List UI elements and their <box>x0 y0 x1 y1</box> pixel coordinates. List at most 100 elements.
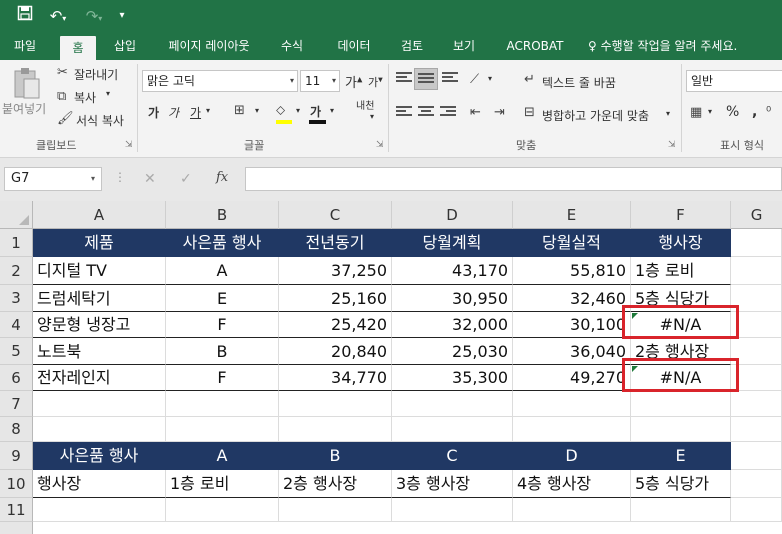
align-center-icon[interactable] <box>418 106 434 120</box>
table-row-3-last-year[interactable]: 25,420 <box>279 312 392 338</box>
accounting-dropdown-icon[interactable]: ▾ <box>708 107 712 116</box>
cell-f7[interactable] <box>631 391 731 417</box>
tab-data[interactable]: 데이터 <box>326 32 382 60</box>
underline-dropdown-icon[interactable]: ▾ <box>206 106 210 115</box>
cell-e11[interactable] <box>513 498 631 522</box>
table-row-1-plan[interactable]: 43,170 <box>392 257 513 285</box>
table-row-2-actual[interactable]: 32,460 <box>513 285 631 312</box>
table-row-1-venue[interactable]: 1층 로비 <box>631 257 731 285</box>
formula-bar-handle-icon[interactable]: ⋮ <box>114 170 126 184</box>
table-header-month-actual[interactable]: 당월실적 <box>513 229 631 257</box>
table-row-3-gift[interactable]: F <box>166 312 279 338</box>
phonetic-dropdown-icon[interactable]: ▾ <box>370 112 374 121</box>
lookup-header-e[interactable]: E <box>631 442 731 470</box>
table-row-2-product[interactable]: 드럼세탁기 <box>33 285 166 312</box>
row-header-3[interactable]: 3 <box>0 285 33 312</box>
formula-input[interactable] <box>245 167 782 191</box>
row-header-1[interactable]: 1 <box>0 229 33 257</box>
copy-dropdown-icon[interactable]: ▾ <box>106 89 110 98</box>
cell-b7[interactable] <box>166 391 279 417</box>
decrease-indent-icon[interactable]: ⇤ <box>470 105 481 121</box>
underline-button[interactable]: 가 <box>190 104 201 121</box>
align-middle-icon[interactable] <box>418 73 434 87</box>
align-top-icon[interactable] <box>396 72 412 86</box>
table-row-5-gift[interactable]: F <box>166 365 279 391</box>
row-header-4[interactable]: 4 <box>0 312 33 338</box>
table-row-3-plan[interactable]: 32,000 <box>392 312 513 338</box>
cell-f11[interactable] <box>631 498 731 522</box>
align-left-icon[interactable] <box>396 106 412 120</box>
table-row-4-plan[interactable]: 25,030 <box>392 338 513 365</box>
save-icon[interactable] <box>14 5 36 27</box>
lookup-header-a[interactable]: A <box>166 442 279 470</box>
cell-d8[interactable] <box>392 417 513 442</box>
column-header-c[interactable]: C <box>279 201 392 229</box>
table-row-2-last-year[interactable]: 25,160 <box>279 285 392 312</box>
font-size-combo[interactable]: 11 ▾ <box>300 70 340 92</box>
align-right-icon[interactable] <box>440 106 456 120</box>
table-row-4-gift[interactable]: B <box>166 338 279 365</box>
table-header-product[interactable]: 제품 <box>33 229 166 257</box>
increase-indent-icon[interactable]: ⇥ <box>494 105 505 121</box>
lookup-row-b[interactable]: 2층 행사장 <box>279 470 392 498</box>
cancel-icon[interactable]: ✕ <box>144 171 156 187</box>
cell-b8[interactable] <box>166 417 279 442</box>
table-row-3-actual[interactable]: 30,100 <box>513 312 631 338</box>
grow-font-icon[interactable]: 가▲ <box>345 72 362 91</box>
cell-g7[interactable] <box>731 391 782 417</box>
worksheet-grid[interactable]: A B C D E F G 1 2 3 4 5 6 7 8 9 10 11 제품… <box>0 201 782 534</box>
cell-g1[interactable] <box>731 229 782 257</box>
table-row-5-plan[interactable]: 35,300 <box>392 365 513 391</box>
cell-g11[interactable] <box>731 498 782 522</box>
lookup-header-gift-event[interactable]: 사은품 행사 <box>33 442 166 470</box>
name-box[interactable]: G7 ▾ <box>4 167 102 191</box>
lookup-row-c[interactable]: 3층 행사장 <box>392 470 513 498</box>
cell-b11[interactable] <box>166 498 279 522</box>
border-dropdown-icon[interactable]: ▾ <box>255 106 259 115</box>
alignment-launcher-icon[interactable]: ⇲ <box>668 140 676 150</box>
cell-d11[interactable] <box>392 498 513 522</box>
copy-icon[interactable]: ⧉ <box>57 89 66 105</box>
cell-c11[interactable] <box>279 498 392 522</box>
lookup-row-label[interactable]: 행사장 <box>33 470 166 498</box>
comma-style-icon[interactable]: , <box>752 104 757 120</box>
tab-formulas[interactable]: 수식 <box>272 32 312 60</box>
cell-g10[interactable] <box>731 470 782 498</box>
cell-a11[interactable] <box>33 498 166 522</box>
cut-icon[interactable]: ✂ <box>57 65 68 81</box>
row-header-10[interactable]: 10 <box>0 470 33 498</box>
percent-icon[interactable]: % <box>726 104 739 120</box>
orientation-icon[interactable]: ⟋ <box>470 72 479 88</box>
lookup-row-e[interactable]: 5층 식당가 <box>631 470 731 498</box>
lookup-header-b[interactable]: B <box>279 442 392 470</box>
cell-c7[interactable] <box>279 391 392 417</box>
table-row-4-actual[interactable]: 36,040 <box>513 338 631 365</box>
tab-acrobat[interactable]: ACROBAT <box>498 32 572 60</box>
table-row-5-product[interactable]: 전자레인지 <box>33 365 166 391</box>
cell-c8[interactable] <box>279 417 392 442</box>
row-header-8[interactable]: 8 <box>0 417 33 442</box>
cell-f8[interactable] <box>631 417 731 442</box>
row-header-9[interactable]: 9 <box>0 442 33 470</box>
table-row-4-product[interactable]: 노트북 <box>33 338 166 365</box>
paste-icon[interactable] <box>12 66 42 100</box>
cut-button[interactable]: 잘라내기 <box>74 66 118 83</box>
wrap-text-icon[interactable]: ↵ <box>524 72 535 88</box>
customize-icon[interactable]: ▾ <box>114 5 130 27</box>
cell-e7[interactable] <box>513 391 631 417</box>
fill-color-icon[interactable]: ⬦ <box>276 103 285 119</box>
lookup-row-d[interactable]: 4층 행사장 <box>513 470 631 498</box>
shrink-font-icon[interactable]: 가▼ <box>368 74 383 90</box>
table-row-1-product[interactable]: 디지털 TV <box>33 257 166 285</box>
tell-me-box[interactable]: ♀ 수행할 작업을 알려 주세요. <box>588 32 737 60</box>
orientation-dropdown-icon[interactable]: ▾ <box>488 74 492 83</box>
number-format-combo[interactable]: 일반 <box>686 70 782 92</box>
table-row-5-last-year[interactable]: 34,770 <box>279 365 392 391</box>
undo-icon[interactable]: ↶▾ <box>44 5 72 27</box>
paste-button[interactable]: 붙여넣기 <box>2 100 46 117</box>
table-header-month-plan[interactable]: 당월계획 <box>392 229 513 257</box>
table-row-1-gift[interactable]: A <box>166 257 279 285</box>
column-header-a[interactable]: A <box>33 201 166 229</box>
insert-function-button[interactable]: fx <box>216 170 228 185</box>
redo-icon[interactable]: ↷▾ <box>80 5 108 27</box>
